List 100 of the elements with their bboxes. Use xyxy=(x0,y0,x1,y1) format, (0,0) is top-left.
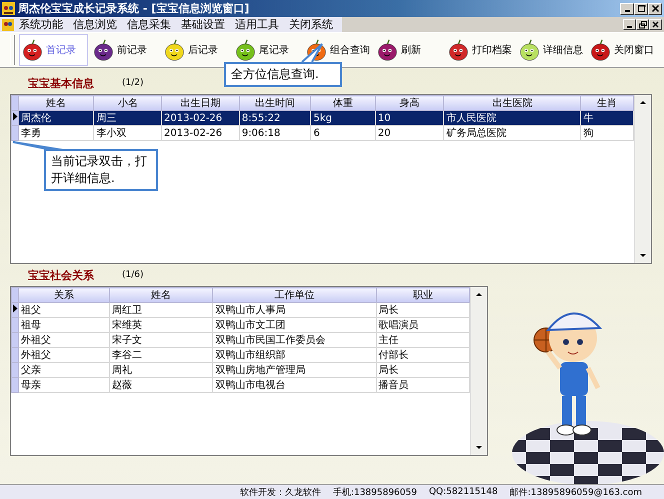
scrollbar[interactable] xyxy=(470,287,487,455)
table-cell: 外祖父 xyxy=(18,348,110,362)
table-cell: 双鸭山市电视台 xyxy=(212,378,376,392)
table-cell: 双鸭山市民国工作委员会 xyxy=(212,332,376,348)
table-cell: 周红卫 xyxy=(109,302,213,318)
table-cell: 歌唱演员 xyxy=(376,318,470,332)
row-indicator[interactable] xyxy=(12,110,18,126)
menu-item[interactable]: 适用工具 xyxy=(230,17,284,32)
table-cell: 祖父 xyxy=(18,302,110,318)
table-cell: 主任 xyxy=(376,332,470,348)
menu-item[interactable]: 关闭系统 xyxy=(284,17,338,32)
menu-item[interactable]: 基础设置 xyxy=(176,17,230,32)
table-cell: 市人民医院 xyxy=(444,110,581,126)
berry-icon xyxy=(376,38,399,62)
fruit-icon xyxy=(234,38,257,62)
table-cell: 宋维英 xyxy=(109,318,213,332)
table-cell: 周三 xyxy=(94,110,162,126)
section-title: 宝宝基本信息 xyxy=(28,76,94,90)
row-pointer-icon xyxy=(12,304,18,313)
column-header[interactable]: 姓名 xyxy=(18,96,94,110)
column-header[interactable]: 姓名 xyxy=(109,288,213,302)
toolbar-button[interactable]: 刷新 xyxy=(374,34,443,66)
table-cell: 父亲 xyxy=(18,362,110,378)
restore-icon xyxy=(638,20,646,28)
toolbar-button[interactable]: 打印档案 xyxy=(445,34,514,66)
menu-item[interactable]: 系统功能 xyxy=(14,17,68,32)
apple-icon xyxy=(589,38,612,62)
data-grid[interactable]: 关系 姓名 工作单位 职业 祖父 周红卫 双鸭山市人事局 局长 祖母 宋维英 双鸭山市文工团 歌唱演员 外祖父 宋子文 双鸭山市民国工作委员会 主任 外祖父 李谷二 双鸭山市组织部 付部长 父亲 周礼 双鸭山房地产管理局 局长 母亲 赵薇 双鸭山市电视台 播音员 xyxy=(10,286,488,456)
table-cell: 周杰伦 xyxy=(18,110,94,126)
table-cell: 赵薇 xyxy=(109,378,213,392)
table-cell: 周礼 xyxy=(109,362,213,378)
table-cell: 10 xyxy=(375,110,444,126)
app-icon xyxy=(2,2,15,15)
column-header[interactable]: 关系 xyxy=(18,288,110,302)
column-header[interactable]: 出生医院 xyxy=(444,96,581,110)
close-button[interactable] xyxy=(648,2,662,14)
apple-icon xyxy=(518,38,541,62)
table-cell: 李谷二 xyxy=(109,348,213,362)
table-cell: 双鸭山市文工团 xyxy=(212,318,376,332)
column-header[interactable]: 出生时间 xyxy=(239,96,311,110)
table-cell: 矿务局总医院 xyxy=(444,126,581,140)
table-cell: 5kg xyxy=(310,110,376,126)
lemon-icon xyxy=(163,38,186,62)
column-header[interactable]: 出生日期 xyxy=(162,96,240,110)
column-header[interactable]: 工作单位 xyxy=(212,288,376,302)
table-cell: 外祖父 xyxy=(18,332,110,348)
table-cell: 双鸭山房地产管理局 xyxy=(212,362,376,378)
status-text: 手机:13895896059 xyxy=(332,486,417,498)
table-cell: 局长 xyxy=(376,362,470,378)
table-cell: 宋子文 xyxy=(109,332,213,348)
record-count: (1/2) xyxy=(122,78,144,88)
menu-item[interactable]: 信息浏览 xyxy=(68,17,122,32)
table-cell: 付部长 xyxy=(376,348,470,362)
table-cell: 8:55:22 xyxy=(239,110,311,126)
maximize-icon xyxy=(636,4,646,13)
callout-text: 当前记录双击，打开详细信息. xyxy=(44,149,158,191)
toolbar-button[interactable]: 详细信息 xyxy=(516,34,585,66)
table-cell: 2013-02-26 xyxy=(162,110,240,126)
column-header[interactable]: 职业 xyxy=(376,288,470,302)
table-cell: 双鸭山市组织部 xyxy=(212,348,376,362)
scrollbar[interactable] xyxy=(634,95,651,263)
table-cell: 9:06:18 xyxy=(239,126,311,140)
toolbar-button[interactable]: 关闭窗口 xyxy=(587,34,656,66)
callout-tail xyxy=(300,43,324,63)
minimize-button[interactable] xyxy=(623,19,636,30)
table-cell: 播音员 xyxy=(376,378,470,392)
close-icon xyxy=(650,4,660,13)
table-cell: 母亲 xyxy=(18,378,110,392)
column-header[interactable]: 生肖 xyxy=(580,96,634,110)
strawberry-icon xyxy=(447,38,470,62)
record-count: (1/6) xyxy=(122,270,144,280)
table-cell: 6 xyxy=(310,126,376,140)
table-cell: 祖母 xyxy=(18,318,110,332)
restore-button[interactable] xyxy=(636,19,649,30)
row-pointer-icon xyxy=(12,112,18,121)
table-cell: 牛 xyxy=(580,110,634,126)
toolbar-button[interactable]: 前记录 xyxy=(90,34,159,66)
table-cell: 20 xyxy=(375,126,444,140)
column-header[interactable]: 小名 xyxy=(94,96,162,110)
maximize-button[interactable] xyxy=(634,2,648,14)
section-title: 宝宝社会关系 xyxy=(28,268,94,282)
row-indicator[interactable] xyxy=(12,302,18,318)
column-header[interactable]: 体重 xyxy=(310,96,376,110)
eggplant-icon xyxy=(92,38,115,62)
table-cell: 李小双 xyxy=(94,126,162,140)
table-cell: 局长 xyxy=(376,302,470,318)
window-title: 周杰伦宝宝成长记录系统 - [宝宝信息浏览窗口] xyxy=(18,1,250,16)
status-text: 软件开发：久龙软件 xyxy=(240,486,321,498)
table-cell: 李勇 xyxy=(18,126,94,140)
close-icon xyxy=(652,20,660,28)
status-text: 邮件:13895896059@163.com xyxy=(510,486,642,498)
menu-item[interactable]: 信息采集 xyxy=(122,17,176,32)
table-cell: 2013-02-26 xyxy=(162,126,240,140)
column-header[interactable]: 身高 xyxy=(375,96,444,110)
app-icon[interactable] xyxy=(2,18,14,30)
close-button[interactable] xyxy=(649,19,662,30)
cherry-icon xyxy=(21,38,44,62)
toolbar-button[interactable]: 首记录 xyxy=(19,34,88,66)
minimize-button[interactable] xyxy=(620,2,634,14)
table-cell: 双鸭山市人事局 xyxy=(212,302,376,318)
